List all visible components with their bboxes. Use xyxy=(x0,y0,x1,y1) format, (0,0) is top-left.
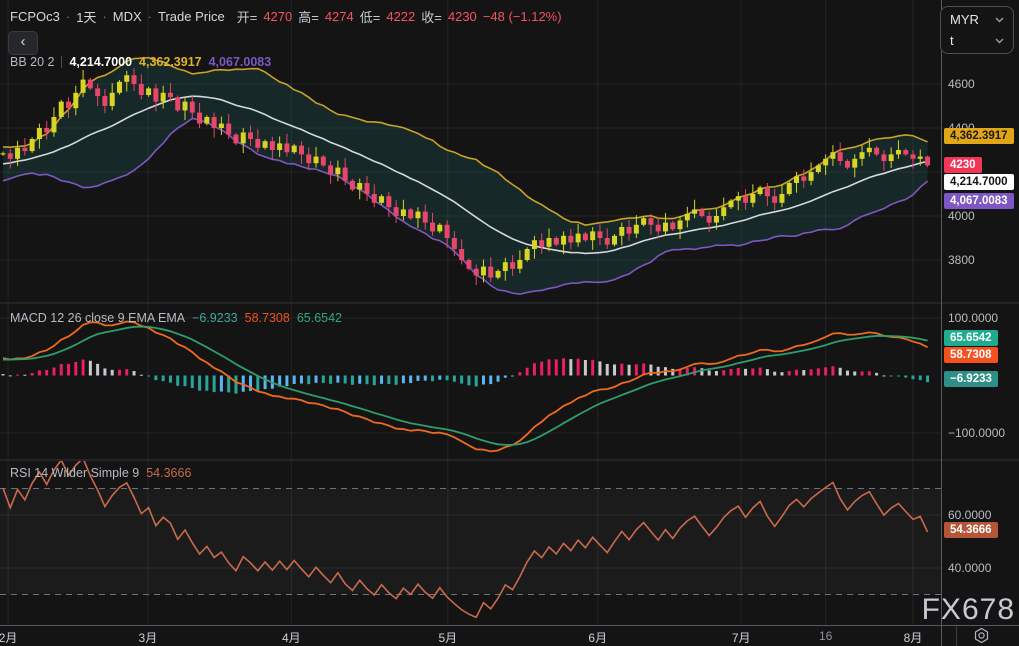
macd-hist-value: −6.9233 xyxy=(192,311,238,325)
bb-basis-price-label: 4,214.7000 xyxy=(944,174,1014,190)
symbol-header[interactable]: FCPOc3 · 1天 · MDX · Trade Price 开= 4270 高… xyxy=(10,7,562,26)
bb-legend-title: BB 20 2 xyxy=(10,55,54,69)
price-type-label: Trade Price xyxy=(158,9,225,24)
symbol-name[interactable]: FCPOc3 xyxy=(10,9,60,24)
low-label: 低= xyxy=(360,7,381,26)
open-value: 4270 xyxy=(263,9,292,24)
rsi-legend-title: RSI 14 Wilder Simple 9 xyxy=(10,466,139,480)
rsi-axis-tick: 60.0000 xyxy=(948,508,991,522)
chevron-left-icon: ‹ xyxy=(21,33,26,50)
time-axis-label[interactable]: 2月 xyxy=(0,629,17,646)
macd-histogram xyxy=(2,358,930,393)
time-axis-label[interactable]: 16 xyxy=(819,629,832,643)
macd-line-value: 58.7308 xyxy=(245,311,290,325)
exchange-label: MDX xyxy=(113,9,142,24)
unit-select[interactable]: t xyxy=(941,30,1013,51)
chevron-down-icon xyxy=(995,17,1004,23)
macd-axis-tick: 100.0000 xyxy=(948,311,998,325)
chevron-down-icon xyxy=(995,38,1004,44)
macd-lines xyxy=(3,322,928,452)
time-axis-label[interactable]: 8月 xyxy=(904,629,923,646)
header-separator: · xyxy=(66,9,70,24)
header-separator: · xyxy=(148,9,152,24)
currency-select[interactable]: MYR xyxy=(941,9,1013,30)
bb-upper-value: 4,362.3917 xyxy=(139,55,202,69)
low-value: 4222 xyxy=(386,9,415,24)
back-button[interactable]: ‹ xyxy=(8,31,38,55)
chart-settings-icon[interactable] xyxy=(970,627,992,644)
legend-divider xyxy=(61,56,62,68)
open-label: 开= xyxy=(237,7,258,26)
bb-upper-price-label: 4,362.3917 xyxy=(944,128,1014,144)
bb-lower-value: 4,067.0083 xyxy=(209,55,272,69)
time-axis-separator xyxy=(956,626,957,646)
close-label: 收= xyxy=(421,7,442,26)
currency-value: MYR xyxy=(950,12,979,27)
price-axis-tick: 4600 xyxy=(948,77,975,91)
macd-hist-label: −6.9233 xyxy=(944,371,998,387)
price-axis-tick: 4000 xyxy=(948,209,975,223)
rsi-axis-tick: 40.0000 xyxy=(948,561,991,575)
bb-lower-price-label: 4,067.0083 xyxy=(944,193,1014,209)
high-label: 高= xyxy=(298,7,319,26)
chart-window: FCPOc3 · 1天 · MDX · Trade Price 开= 4270 高… xyxy=(0,0,1019,646)
time-axis-label[interactable]: 7月 xyxy=(732,629,751,646)
interval-label[interactable]: 1天 xyxy=(76,7,96,26)
macd-signal-label: 65.6542 xyxy=(944,330,998,346)
bb-legend[interactable]: BB 20 2 4,214.7000 4,362.3917 4,067.0083 xyxy=(10,55,271,69)
rsi-value-label: 54.3666 xyxy=(944,522,998,538)
close-value: 4230 xyxy=(448,9,477,24)
unit-value: t xyxy=(950,33,954,48)
header-separator: · xyxy=(102,9,106,24)
macd-legend-title: MACD 12 26 close 9 EMA EMA xyxy=(10,311,185,325)
last-price-label: 4230 xyxy=(944,157,982,173)
high-value: 4274 xyxy=(325,9,354,24)
macd-line-label: 58.7308 xyxy=(944,347,998,363)
time-axis-label[interactable]: 4月 xyxy=(282,629,301,646)
symbol-controls: MYR t xyxy=(940,6,1014,54)
macd-signal-value: 65.6542 xyxy=(297,311,342,325)
change-value: −48 (−1.12%) xyxy=(483,9,562,24)
rsi-value: 54.3666 xyxy=(146,466,191,480)
rsi-band xyxy=(0,489,941,595)
time-axis-label[interactable]: 5月 xyxy=(438,629,457,646)
macd-legend[interactable]: MACD 12 26 close 9 EMA EMA −6.9233 58.73… xyxy=(10,311,342,325)
macd-axis-tick: −100.0000 xyxy=(948,426,1005,440)
bb-basis-value: 4,214.7000 xyxy=(69,55,132,69)
time-axis-label[interactable]: 6月 xyxy=(588,629,607,646)
time-axis-label[interactable]: 3月 xyxy=(139,629,158,646)
price-axis-tick: 3800 xyxy=(948,253,975,267)
watermark: FX678 xyxy=(922,593,1015,627)
rsi-legend[interactable]: RSI 14 Wilder Simple 9 54.3666 xyxy=(10,466,191,480)
